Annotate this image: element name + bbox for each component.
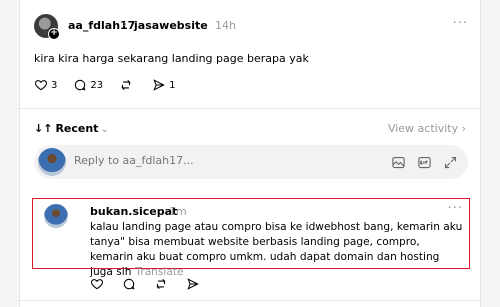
repost-button[interactable]: [119, 78, 136, 92]
share-button[interactable]: 1: [152, 78, 175, 92]
repost-icon: [156, 278, 166, 290]
share-count: 1: [169, 79, 176, 91]
sort-label: Recent: [55, 122, 99, 135]
comment-button[interactable]: 23: [73, 78, 103, 92]
image-icon: [391, 156, 405, 168]
view-activity-link[interactable]: View activity ›: [388, 122, 466, 135]
current-user-avatar: [38, 148, 66, 176]
like-count: 3: [51, 79, 58, 91]
gif-button[interactable]: [416, 154, 432, 170]
comment-text: kalau landing page atau compro bisa ke i…: [90, 220, 464, 280]
comment-timestamp: 1m: [169, 205, 187, 218]
divider: [20, 300, 482, 301]
comment-like-button[interactable]: [90, 277, 104, 291]
comment-bubble-icon: [123, 278, 135, 290]
post-header: + aa_fdlah17 › jasawebsite 14h ···: [34, 14, 468, 40]
expand-button[interactable]: [442, 154, 458, 170]
sort-arrows-icon: ↓↑: [34, 122, 53, 135]
comment-author-username[interactable]: bukan.sicepat: [90, 205, 177, 218]
comment-more-options-icon[interactable]: ···: [448, 201, 463, 216]
comment-actions: [90, 277, 218, 291]
expand-icon: [444, 156, 456, 168]
chevron-right-icon: ›: [123, 19, 127, 30]
post-text: kira kira harga sekarang landing page be…: [34, 52, 309, 65]
heart-icon: [90, 279, 104, 290]
comment-count: 23: [90, 79, 104, 91]
image-attach-button[interactable]: [390, 154, 406, 170]
send-icon: [187, 278, 199, 290]
comment-share-button[interactable]: [186, 277, 200, 291]
chevron-down-icon: ⌄: [100, 124, 109, 135]
heart-icon: [34, 80, 48, 91]
post-timestamp: 14h: [215, 19, 236, 32]
comment-bubble-icon: [75, 79, 86, 91]
divider: [20, 108, 482, 109]
post-actions: 3 23 1: [34, 77, 191, 93]
follow-plus-icon[interactable]: +: [48, 28, 60, 40]
sort-dropdown[interactable]: ↓↑ Recent ⌄: [34, 122, 109, 135]
comment-author-avatar[interactable]: [44, 204, 68, 228]
repost-icon: [121, 79, 131, 91]
comment-repost-button[interactable]: [154, 277, 168, 291]
reply-composer[interactable]: [34, 145, 468, 179]
community-name[interactable]: jasawebsite: [134, 19, 208, 32]
like-button[interactable]: 3: [34, 78, 57, 92]
highlighted-comment: bukan.sicepat 1m ··· kalau landing page …: [32, 198, 470, 278]
thread-card: + aa_fdlah17 › jasawebsite 14h ··· kira …: [19, 0, 482, 307]
comment-reply-button[interactable]: [122, 277, 136, 291]
reply-attachments: [380, 154, 458, 170]
send-icon: [153, 79, 165, 91]
more-options-icon[interactable]: ···: [453, 16, 468, 31]
reply-input[interactable]: [74, 154, 354, 167]
gif-icon: [417, 156, 431, 168]
